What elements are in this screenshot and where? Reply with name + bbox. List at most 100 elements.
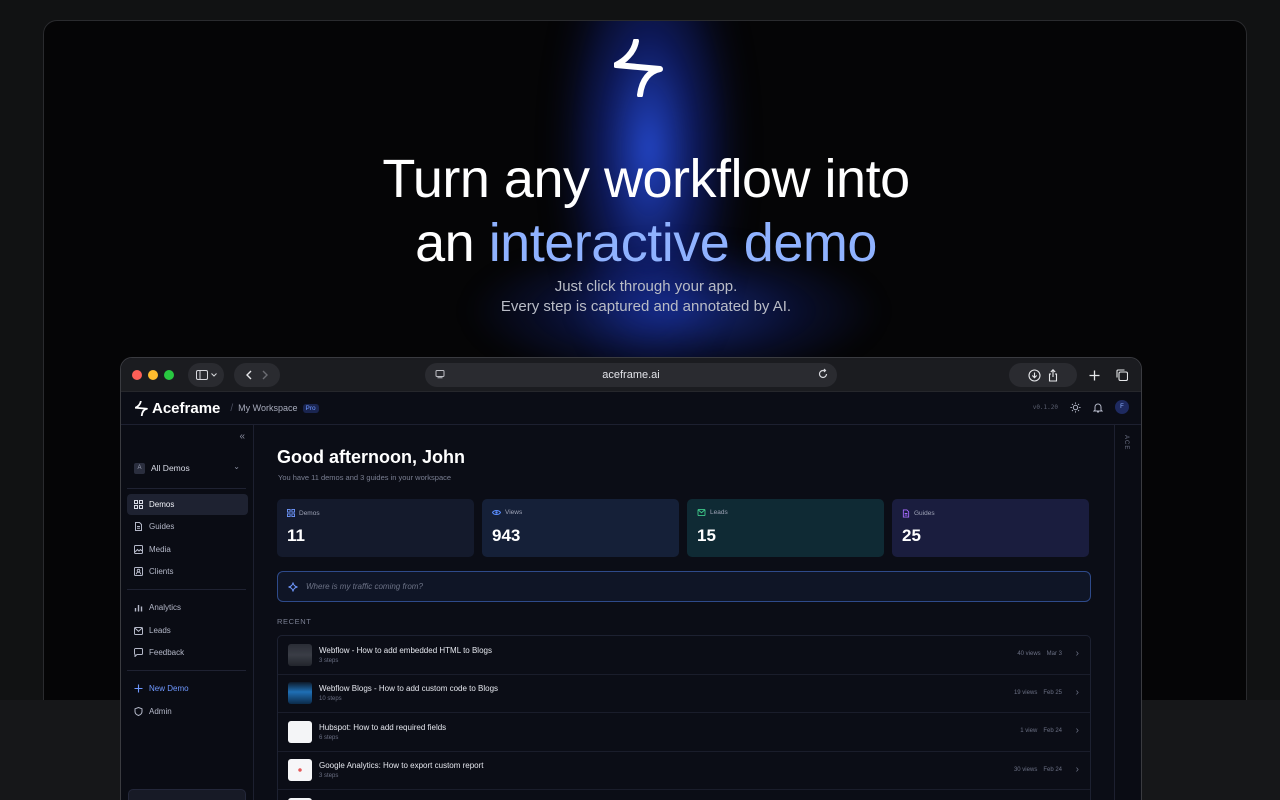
demo-steps: 3 steps (319, 657, 339, 664)
brand-name: Aceframe (152, 399, 221, 417)
recent-list: Webflow - How to add embedded HTML to Bl… (277, 635, 1091, 800)
aceframe-logo-icon (614, 39, 663, 97)
sidebar-item-label: Leads (149, 626, 171, 635)
mail-icon (134, 626, 143, 635)
demo-title: Webflow Blogs - How to add custom code t… (319, 684, 499, 694)
stat-label-text: Leads (710, 509, 728, 516)
sidebar-divider (127, 589, 246, 590)
stat-card-guides[interactable]: Guides 25 (892, 499, 1089, 557)
demo-date: Feb 24 (1043, 728, 1062, 734)
plus-icon (1089, 370, 1099, 380)
sidebar-item-label: New Demo (149, 684, 189, 693)
tabs-icon (1116, 369, 1128, 381)
demo-views: 1 view (1020, 728, 1038, 734)
sidebar-item-label: Feedback (149, 648, 185, 657)
window-controls (132, 369, 174, 380)
list-item[interactable] (278, 790, 1090, 800)
stat-card-demos[interactable]: Demos 11 (277, 499, 474, 557)
chat-bubble-icon (134, 648, 143, 657)
reload-icon[interactable] (817, 368, 829, 380)
sidebar-item-admin[interactable]: Admin (127, 701, 248, 722)
mail-icon (697, 509, 706, 516)
demo-meta: 1 view Feb 24 (1020, 728, 1062, 734)
app-body: « A All Demos ⌄ Demos Guides Media Clien… (121, 425, 1141, 800)
close-window-button[interactable] (132, 369, 142, 380)
notification-bell-icon[interactable] (1093, 402, 1103, 413)
demo-thumbnail (288, 720, 312, 743)
page-settings-icon[interactable] (435, 369, 445, 379)
sidebar-item-media[interactable]: Media (127, 539, 248, 560)
sidebar-item-demos[interactable]: Demos (127, 494, 248, 515)
stat-card-leads[interactable]: Leads 15 (687, 499, 884, 557)
forward-icon[interactable] (262, 370, 268, 380)
toolbar-right-actions (1009, 363, 1133, 387)
navigation-buttons (234, 362, 280, 387)
ai-ask-input[interactable]: Where is my traffic coming from? (277, 571, 1091, 602)
sidebar-item-feedback[interactable]: Feedback (127, 642, 248, 663)
page-title: Good afternoon, John (277, 447, 465, 467)
sidebar-item-clients[interactable]: Clients (127, 561, 248, 582)
minimize-window-button[interactable] (148, 369, 158, 380)
sidebar-divider (127, 670, 246, 671)
workspace-breadcrumb[interactable]: My Workspace (238, 403, 297, 413)
ai-ask-placeholder: Where is my traffic coming from? (306, 582, 423, 591)
demo-date: Mar 3 (1046, 651, 1062, 657)
plan-badge: Pro (302, 403, 319, 413)
stat-label: Guides (902, 509, 1079, 518)
stat-card-views[interactable]: Views 943 (482, 499, 679, 557)
sparkle-icon (288, 581, 298, 592)
zoom-window-button[interactable] (164, 369, 174, 380)
plus-icon (134, 684, 143, 693)
sidebar-item-guides[interactable]: Guides (127, 516, 248, 537)
sidebar-item-new-demo[interactable]: New Demo (127, 678, 248, 699)
stat-value: 25 (902, 526, 921, 545)
aceframe-mark-icon (135, 400, 148, 416)
brand[interactable]: Aceframe (135, 400, 220, 417)
demo-meta: 40 views Mar 3 (1017, 651, 1062, 657)
hero-title-line1: Turn any workflow into (382, 149, 910, 209)
share-icon[interactable] (1047, 368, 1059, 382)
row-text: Webflow - How to add embedded HTML to Bl… (319, 646, 492, 664)
row-text: Hubspot: How to add required fields 6 st… (319, 723, 446, 741)
stat-label: Demos (287, 509, 464, 517)
demo-date: Feb 24 (1043, 766, 1062, 773)
hero-subtitle-line1: Just click through your app. (554, 278, 738, 295)
demo-views: 40 views (1017, 651, 1041, 657)
list-item[interactable]: Webflow Blogs - How to add custom code t… (278, 675, 1090, 713)
list-item[interactable]: Hubspot: How to add required fields 6 st… (278, 713, 1090, 752)
sidebar-icon (195, 369, 208, 380)
sidebar-item-label: Clients (149, 567, 174, 576)
url-text: aceframe.ai (602, 369, 660, 381)
document-icon (902, 509, 910, 518)
tab-overview-button[interactable] (1111, 363, 1133, 387)
sidebar-item-label: Guides (149, 522, 175, 531)
workspace-selector[interactable]: A All Demos ⌄ (134, 459, 244, 477)
sidebar-toggle-button[interactable] (188, 362, 224, 387)
address-bar[interactable]: aceframe.ai (425, 363, 837, 387)
download-icon[interactable] (1027, 368, 1041, 382)
demo-thumbnail (288, 759, 312, 782)
image-icon (134, 545, 143, 554)
back-icon[interactable] (246, 370, 252, 380)
right-rail-label[interactable]: ACE (1123, 435, 1129, 450)
row-text: Google Analytics: How to export custom r… (319, 761, 484, 779)
sidebar-item-analytics[interactable]: Analytics (127, 597, 248, 618)
sidebar-item-label: Admin (149, 707, 172, 716)
recent-section-label: RECENT (277, 617, 312, 626)
sidebar: « A All Demos ⌄ Demos Guides Media Clien… (121, 425, 254, 800)
sidebar-item-leads[interactable]: Leads (127, 620, 248, 641)
chevron-right-icon: › (1075, 725, 1079, 736)
collapse-sidebar-icon[interactable]: « (239, 431, 245, 442)
sidebar-footer-card[interactable] (128, 789, 246, 800)
breadcrumb-separator: / (230, 402, 234, 414)
new-tab-button[interactable] (1083, 363, 1105, 387)
grid-icon (287, 509, 295, 517)
download-share-group (1009, 363, 1077, 387)
demo-title: Webflow - How to add embedded HTML to Bl… (319, 645, 492, 655)
theme-toggle-icon[interactable] (1070, 402, 1081, 413)
eye-icon (492, 509, 501, 516)
list-item[interactable]: Google Analytics: How to export custom r… (278, 752, 1090, 790)
list-item[interactable]: Webflow - How to add embedded HTML to Bl… (278, 636, 1090, 675)
user-avatar[interactable]: F (1115, 400, 1129, 414)
workspace-summary: You have 11 demos and 3 guides in your w… (278, 473, 452, 482)
